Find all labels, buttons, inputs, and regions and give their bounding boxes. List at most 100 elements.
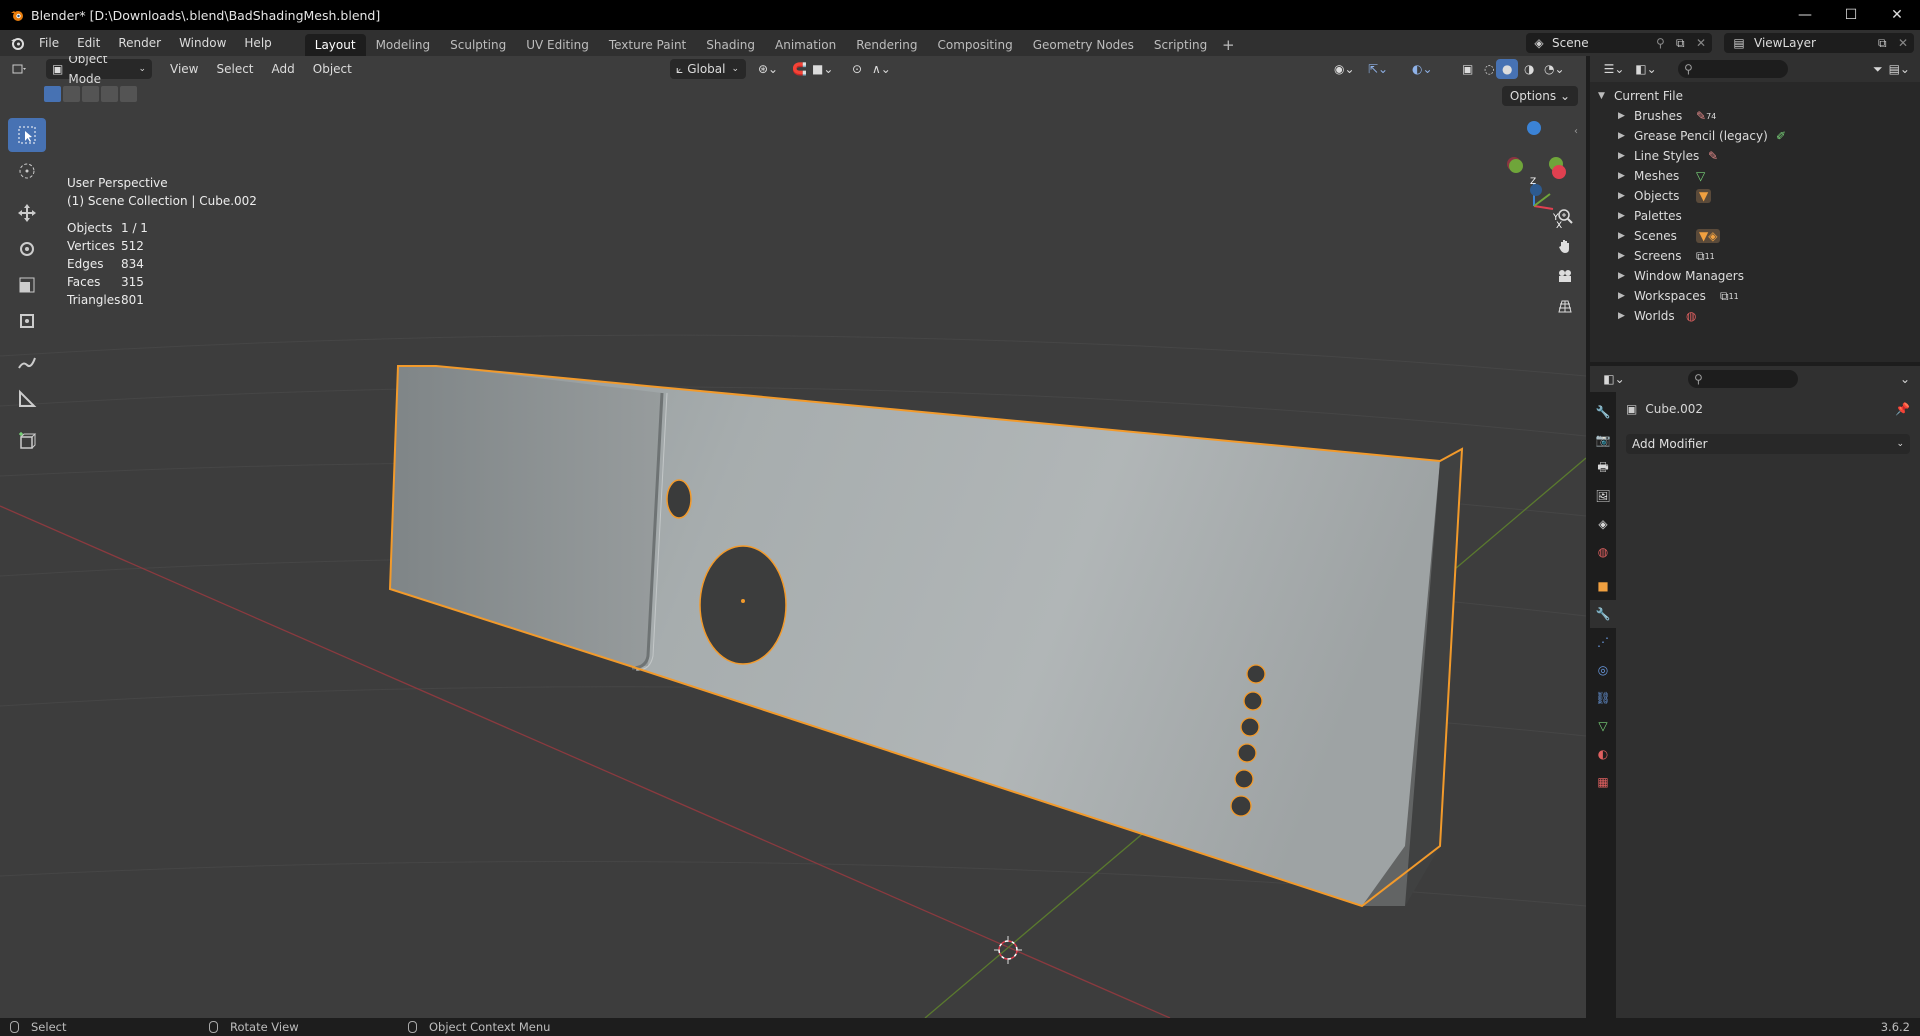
expand-arrow-icon[interactable]: ▶ bbox=[1618, 191, 1628, 201]
texture-tab-icon[interactable]: ▦ bbox=[1590, 768, 1616, 796]
solid-shading-icon[interactable]: ● bbox=[1496, 59, 1519, 79]
menu-render[interactable]: Render bbox=[109, 32, 170, 54]
3d-viewport[interactable]: Z Y X ▣ Object Mode ⌄ View Select Add Ob… bbox=[0, 56, 1586, 1018]
tree-item-palettes[interactable]: ▶ Palettes bbox=[1590, 206, 1920, 226]
new-view-layer-icon[interactable]: ⧉ bbox=[1878, 36, 1898, 51]
tool-tab-icon[interactable]: 🔧 bbox=[1590, 398, 1616, 426]
delete-scene-icon[interactable]: ✕ bbox=[1696, 36, 1712, 50]
expand-arrow-icon[interactable]: ▶ bbox=[1618, 291, 1628, 301]
cursor-tool-icon[interactable] bbox=[8, 154, 46, 188]
tree-item-workspaces[interactable]: ▶ Workspaces ⧉ 11 bbox=[1590, 286, 1920, 306]
move-tool-icon[interactable] bbox=[8, 196, 46, 230]
pan-hand-icon[interactable] bbox=[1551, 232, 1579, 260]
expand-arrow-icon[interactable]: ▶ bbox=[1618, 111, 1628, 121]
select-subtract-icon[interactable] bbox=[82, 86, 99, 102]
tree-root[interactable]: ▼ Current File bbox=[1590, 86, 1920, 106]
transform-tool-icon[interactable] bbox=[8, 304, 46, 338]
transform-orientation-selector[interactable]: ⟀ Global ⌄ bbox=[670, 59, 746, 79]
menu-help[interactable]: Help bbox=[235, 32, 280, 54]
camera-view-icon[interactable] bbox=[1551, 262, 1579, 290]
properties-editor-icon[interactable]: ◧⌄ bbox=[1598, 372, 1630, 386]
add-modifier-button[interactable]: Add Modifier ⌄ bbox=[1626, 434, 1910, 454]
collapse-sidebar-icon[interactable]: ‹ bbox=[1574, 126, 1578, 137]
perspective-toggle-icon[interactable] bbox=[1551, 292, 1579, 320]
menu-edit[interactable]: Edit bbox=[68, 32, 109, 54]
menu-select[interactable]: Select bbox=[210, 59, 259, 79]
tree-item-scenes[interactable]: ▶ Scenes ▼◈ bbox=[1590, 226, 1920, 246]
tab-geometry-nodes[interactable]: Geometry Nodes bbox=[1023, 34, 1144, 56]
rendered-shading-icon[interactable]: ◔⌄ bbox=[1538, 59, 1571, 79]
select-intersect-icon[interactable] bbox=[120, 86, 137, 102]
tab-uv-editing[interactable]: UV Editing bbox=[516, 34, 599, 56]
navigation-gizmo[interactable] bbox=[1507, 121, 1566, 210]
modifier-tab-icon[interactable]: 🔧 bbox=[1590, 600, 1616, 628]
view-layer-selector[interactable]: ▤ ViewLayer ⧉ ✕ bbox=[1724, 33, 1914, 53]
expand-arrow-icon[interactable]: ▶ bbox=[1618, 171, 1628, 181]
view-layer-tab-icon[interactable]: 🖼 bbox=[1590, 482, 1616, 510]
tree-item-worlds[interactable]: ▶ Worlds ◍ bbox=[1590, 306, 1920, 326]
mode-selector[interactable]: ▣ Object Mode ⌄ bbox=[46, 56, 152, 86]
expand-arrow-icon[interactable]: ▶ bbox=[1618, 131, 1628, 141]
outliner-editor-icon[interactable]: ☰⌄ bbox=[1598, 62, 1630, 76]
new-scene-icon[interactable]: ⧉ bbox=[1676, 36, 1696, 51]
tab-shading[interactable]: Shading bbox=[696, 34, 765, 56]
xray-toggle-icon[interactable]: ▣ bbox=[1456, 59, 1479, 79]
data-tab-icon[interactable]: ▽ bbox=[1590, 712, 1616, 740]
menu-window[interactable]: Window bbox=[170, 32, 235, 54]
add-workspace-button[interactable]: + bbox=[1217, 34, 1239, 56]
expand-arrow-icon[interactable]: ▼ bbox=[1598, 91, 1608, 101]
expand-arrow-icon[interactable]: ▶ bbox=[1618, 151, 1628, 161]
minimize-button[interactable]: — bbox=[1782, 0, 1828, 30]
physics-tab-icon[interactable]: ◎ bbox=[1590, 656, 1616, 684]
select-box-tool-icon[interactable] bbox=[8, 118, 46, 152]
select-extend-icon[interactable] bbox=[63, 86, 80, 102]
tree-item-screens[interactable]: ▶ Screens ⧉ 11 bbox=[1590, 246, 1920, 266]
pin-icon[interactable]: 📌 bbox=[1895, 402, 1910, 416]
constraints-tab-icon[interactable]: ⛓ bbox=[1590, 684, 1616, 712]
select-invert-icon[interactable] bbox=[101, 86, 118, 102]
options-dropdown[interactable]: Options ⌄ bbox=[1501, 86, 1578, 106]
filter-icon[interactable]: ⏷ bbox=[1873, 62, 1883, 77]
tab-layout[interactable]: Layout bbox=[304, 34, 366, 56]
tab-texture-paint[interactable]: Texture Paint bbox=[599, 34, 696, 56]
tree-item-line-styles[interactable]: ▶ Line Styles ✎ bbox=[1590, 146, 1920, 166]
tree-item-meshes[interactable]: ▶ Meshes ▽ bbox=[1590, 166, 1920, 186]
overlays-toggle-icon[interactable]: ◐⌄ bbox=[1406, 59, 1439, 79]
tree-item-brushes[interactable]: ▶ Brushes ✎ 74 bbox=[1590, 106, 1920, 126]
output-tab-icon[interactable]: 🖶 bbox=[1590, 454, 1616, 482]
delete-view-layer-icon[interactable]: ✕ bbox=[1898, 36, 1914, 50]
tree-item-window-managers[interactable]: ▶ Window Managers bbox=[1590, 266, 1920, 286]
tab-modeling[interactable]: Modeling bbox=[366, 34, 441, 56]
expand-arrow-icon[interactable]: ▶ bbox=[1618, 311, 1628, 321]
maximize-button[interactable]: ☐ bbox=[1828, 0, 1874, 30]
close-button[interactable]: ✕ bbox=[1874, 0, 1920, 30]
annotate-tool-icon[interactable] bbox=[8, 346, 46, 380]
blender-menu-icon[interactable] bbox=[4, 30, 30, 56]
new-collection-icon[interactable]: ▤⌄ bbox=[1889, 62, 1910, 76]
particles-tab-icon[interactable]: ⋰ bbox=[1590, 628, 1616, 656]
properties-search-input[interactable]: ⚲ bbox=[1688, 370, 1798, 388]
menu-add[interactable]: Add bbox=[266, 59, 301, 79]
tab-animation[interactable]: Animation bbox=[765, 34, 846, 56]
falloff-icon[interactable]: ∧⌄ bbox=[866, 59, 897, 79]
pin-icon[interactable]: ⚲ bbox=[1656, 36, 1676, 50]
render-tab-icon[interactable]: 📷 bbox=[1590, 426, 1616, 454]
measure-tool-icon[interactable] bbox=[8, 382, 46, 416]
expand-arrow-icon[interactable]: ▶ bbox=[1618, 271, 1628, 281]
proportional-edit-icon[interactable]: ⊙ bbox=[846, 59, 868, 79]
visibility-icon[interactable]: ◉⌄ bbox=[1328, 59, 1361, 79]
display-mode-icon[interactable]: ◧⌄ bbox=[1630, 62, 1662, 76]
chevron-down-icon[interactable]: ⌄ bbox=[1900, 372, 1910, 386]
expand-arrow-icon[interactable]: ▶ bbox=[1618, 231, 1628, 241]
world-tab-icon[interactable]: ◍ bbox=[1590, 538, 1616, 566]
select-set-icon[interactable] bbox=[44, 86, 61, 102]
expand-arrow-icon[interactable]: ▶ bbox=[1618, 251, 1628, 261]
expand-arrow-icon[interactable]: ▶ bbox=[1618, 211, 1628, 221]
tree-item-objects[interactable]: ▶ Objects ▼ bbox=[1590, 186, 1920, 206]
scale-tool-icon[interactable] bbox=[8, 268, 46, 302]
snap-target-button[interactable]: ■⌄ bbox=[806, 59, 839, 79]
editor-type-button[interactable] bbox=[0, 59, 40, 79]
tab-sculpting[interactable]: Sculpting bbox=[440, 34, 516, 56]
tab-compositing[interactable]: Compositing bbox=[927, 34, 1022, 56]
menu-object[interactable]: Object bbox=[307, 59, 358, 79]
